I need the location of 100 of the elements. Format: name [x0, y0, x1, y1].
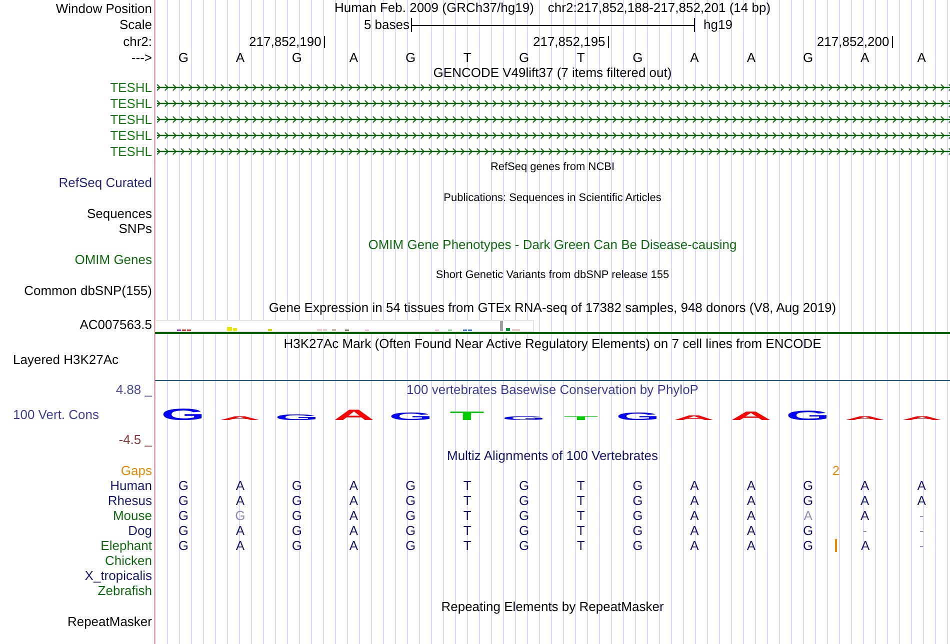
species-label: Dog [128, 523, 152, 538]
base-letter: A [236, 50, 244, 64]
position-text: chr2:217,852,188-217,852,201 (14 bp) [548, 0, 771, 16]
row-label: Scale [119, 17, 152, 32]
track-title: OMIM Gene Phenotypes - Dark Green Can Be Disease-causing [368, 236, 737, 252]
base-letter: A [746, 50, 756, 64]
aligned-base: G [802, 538, 814, 553]
species-label: Chicken [105, 553, 152, 568]
axis-min-label: -4.5 _ [118, 432, 152, 446]
aligned-base: G [519, 508, 530, 523]
aligned-base: G [802, 478, 814, 493]
track-title: GENCODE V49lift37 (7 items filtered out) [433, 64, 672, 80]
aligned-base: A [917, 493, 926, 508]
aligned-base: - [919, 538, 924, 553]
row-label: Window Position [56, 0, 152, 16]
aligned-base: G [292, 478, 302, 493]
aligned-base: G [802, 523, 814, 538]
aligned-base: A [236, 493, 244, 508]
aligned-base: G [519, 523, 530, 538]
track-title: Repeating Elements by RepeatMasker [441, 598, 664, 614]
aligned-base: G [632, 493, 643, 508]
track-label: Sequences [86, 206, 152, 221]
aligned-base: T [576, 508, 585, 523]
aligned-base: A [236, 538, 244, 553]
aligned-base: - [919, 523, 924, 538]
aligned-base: G [292, 493, 302, 508]
base-letter: T [463, 50, 472, 64]
logo-letter: G [276, 414, 318, 420]
tick-mark [608, 36, 610, 48]
base-letter: A [690, 50, 699, 64]
aligned-base: G [405, 493, 416, 508]
aligned-base: G [632, 523, 643, 538]
assembly-title: Human Feb. 2009 (GRCh37/hg19) [334, 0, 534, 16]
aligned-base: A [349, 493, 358, 508]
logo-letter: G [787, 410, 830, 420]
logo-letter: T [446, 411, 488, 420]
species-label: Human [110, 478, 152, 493]
expression-bar [506, 328, 510, 331]
aligned-base: G [405, 523, 416, 538]
track-label: RefSeq Curated [58, 175, 152, 190]
base-letter: A [860, 50, 870, 64]
logo-letter: G [616, 412, 659, 420]
aligned-base: G [632, 478, 643, 493]
base-letter: G [292, 50, 302, 64]
aligned-base: A [236, 478, 244, 493]
aligned-base: G [632, 508, 643, 523]
aligned-base: T [576, 493, 585, 508]
logo-letter: A [332, 409, 375, 420]
aligned-base: T [576, 478, 585, 493]
aligned-base: - [862, 523, 867, 538]
aligned-base: T [463, 523, 472, 538]
aligned-base: T [463, 538, 472, 553]
logo-letter: G [390, 412, 432, 420]
aligned-base: - [919, 508, 924, 523]
logo-letter: G [162, 408, 204, 420]
track-label: Common dbSNP(155) [24, 283, 152, 298]
aligned-base: G [802, 493, 814, 508]
aligned-base: A [860, 538, 870, 553]
track-title: Gene Expression in 54 tissues from GTEx RNA-seq of 17382 samples, 948 donors (V8, Aug 2019) [268, 300, 836, 314]
aligned-base: G [292, 538, 302, 553]
aligned-base: A [746, 523, 756, 538]
aligned-base: A [690, 508, 699, 523]
aligned-base: A [349, 508, 358, 523]
track-title: 100 vertebrates Basewise Conservation by PhyloP [406, 382, 698, 397]
ruler-label: 217,852,200 [816, 34, 890, 48]
track-label: SNPs [118, 221, 152, 236]
aligned-base: A [804, 508, 812, 523]
aligned-base: G [292, 508, 302, 523]
track-label: OMIM Genes [74, 252, 152, 267]
aligned-base: A [860, 508, 870, 523]
scale-length-label: 5 bases [364, 17, 410, 32]
aligned-base: A [746, 478, 756, 493]
logo-letter: A [730, 411, 772, 420]
species-label: X_tropicalis [84, 568, 152, 583]
aligned-base: G [178, 523, 188, 538]
strand-label: ---> [131, 50, 152, 64]
aligned-base: G [405, 538, 416, 553]
aligned-base: A [860, 478, 870, 493]
aligned-base: G [235, 508, 246, 523]
aligned-base: G [178, 508, 188, 523]
axis-max-label: 4.88 _ [116, 382, 152, 397]
aligned-base: A [746, 493, 756, 508]
aligned-base: G [519, 478, 530, 493]
aligned-base: A [917, 478, 926, 493]
track-title: Short Genetic Variants from dbSNP release 155 [436, 268, 670, 282]
aligned-base: A [349, 478, 358, 493]
aligned-base: A [690, 478, 699, 493]
aligned-base: G [178, 493, 188, 508]
assembly-label: hg19 [702, 17, 732, 32]
species-label: Mouse [112, 508, 152, 523]
aligned-base: T [576, 538, 585, 553]
aligned-base: G [519, 538, 530, 553]
track-title: Multiz Alignments of 100 Vertebrates [446, 448, 658, 463]
aligned-base: G [405, 478, 416, 493]
track-title: RefSeq genes from NCBI [490, 160, 615, 174]
aligned-base: A [690, 493, 699, 508]
aligned-base: T [463, 478, 472, 493]
chromosome-label: chr2: [123, 34, 152, 48]
aligned-base: T [463, 508, 472, 523]
tick-mark [324, 36, 326, 48]
